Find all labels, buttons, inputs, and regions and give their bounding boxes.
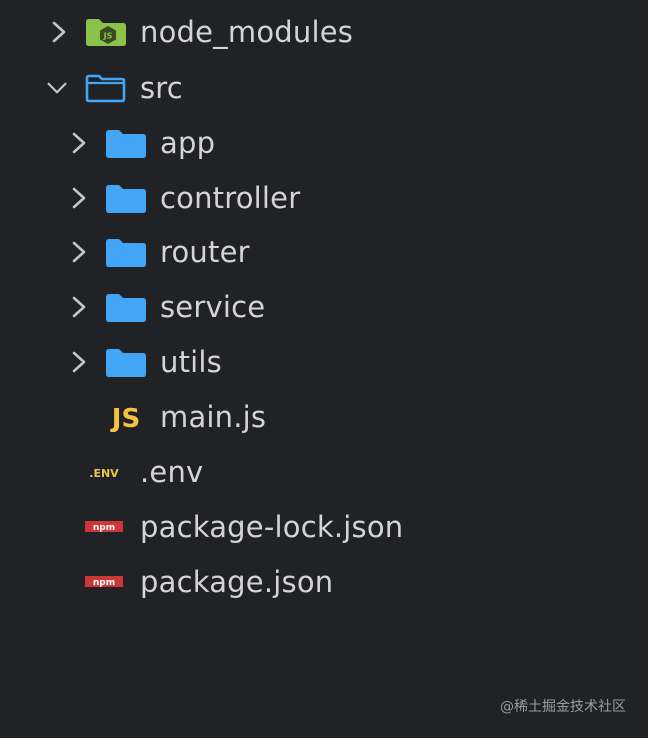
watermark: @稀土掘金技术社区 xyxy=(500,699,626,715)
tree-item-label: package-lock.json xyxy=(140,510,404,544)
node-js-glyph: JS xyxy=(103,32,113,41)
tree-item-utils[interactable]: utils xyxy=(0,335,648,389)
javascript-file-icon: JS xyxy=(110,404,140,432)
npm-file-icon: npm xyxy=(85,521,123,533)
tree-item-controller[interactable]: controller xyxy=(0,171,648,225)
folder-icon xyxy=(106,239,146,267)
tree-item-label: .env xyxy=(140,455,204,489)
chevron-right-icon[interactable] xyxy=(68,294,90,320)
env-file-icon: .ENV xyxy=(89,467,119,480)
node-modules-folder-icon: JS xyxy=(86,19,126,46)
npm-file-icon: npm xyxy=(85,576,123,588)
tree-item-service[interactable]: service xyxy=(0,280,648,334)
tree-item-label: controller xyxy=(160,181,301,215)
folder-icon xyxy=(106,130,146,158)
tree-item-app[interactable]: app xyxy=(0,116,648,170)
tree-item-label: service xyxy=(160,290,266,324)
tree-item-main-js[interactable]: JS main.js xyxy=(0,390,648,444)
tree-item-env[interactable]: .ENV .env xyxy=(0,445,648,499)
chevron-right-icon[interactable] xyxy=(48,19,70,45)
folder-icon xyxy=(106,185,146,213)
chevron-right-icon[interactable] xyxy=(68,349,90,375)
chevron-right-icon[interactable] xyxy=(68,239,90,265)
npm-glyph: npm xyxy=(93,523,115,533)
tree-item-label: utils xyxy=(160,345,222,379)
js-glyph: JS xyxy=(110,404,140,432)
tree-item-package-json[interactable]: npm package.json xyxy=(0,555,648,609)
tree-item-node-modules[interactable]: JS node_modules xyxy=(0,5,648,59)
tree-item-label: main.js xyxy=(160,400,267,434)
tree-item-router[interactable]: router xyxy=(0,225,648,279)
folder-icon xyxy=(106,349,146,377)
tree-item-label: router xyxy=(160,235,250,269)
chevron-right-icon[interactable] xyxy=(68,130,90,156)
tree-item-label: app xyxy=(160,126,216,160)
tree-item-src[interactable]: src xyxy=(0,61,648,115)
tree-item-label: package.json xyxy=(140,565,334,599)
chevron-down-icon[interactable] xyxy=(46,75,68,101)
tree-item-package-lock-json[interactable]: npm package-lock.json xyxy=(0,500,648,554)
chevron-right-icon[interactable] xyxy=(68,185,90,211)
folder-open-icon xyxy=(85,74,126,103)
env-glyph: .ENV xyxy=(89,467,119,480)
folder-icon xyxy=(106,294,146,322)
tree-item-label: src xyxy=(140,71,183,105)
npm-glyph: npm xyxy=(93,578,115,588)
tree-item-label: node_modules xyxy=(140,15,354,49)
